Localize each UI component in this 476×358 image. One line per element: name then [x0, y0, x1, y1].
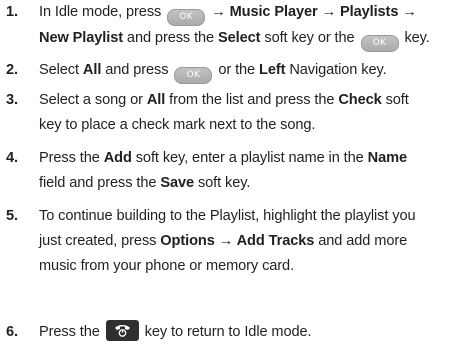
step-text: Press the Add soft key, enter a playlist…: [39, 146, 476, 196]
option-all: All: [82, 62, 102, 78]
text-run: from the list and press the: [165, 92, 339, 108]
step-line: Select a song or All from the list and p…: [39, 88, 476, 113]
text-run: soft key.: [194, 175, 251, 191]
ok-key-icon: OK: [360, 35, 399, 52]
text-run: soft: [381, 92, 409, 108]
text-run: and press the: [122, 30, 219, 46]
step-text: Select All and press OK or the Left Navi…: [39, 58, 476, 84]
step-number: 4.: [6, 150, 18, 166]
step-line: Press the Add soft key, enter a playlist…: [39, 146, 476, 171]
menu-new-playlist: New Playlist: [39, 30, 123, 46]
step-line: In Idle mode, press OK → Music Player → …: [39, 0, 476, 26]
check-softkey-label: Check: [338, 92, 382, 108]
select-softkey-label: Select: [218, 30, 261, 46]
step-line: music from your phone or memory card.: [39, 258, 295, 274]
text-run: key.: [400, 30, 430, 46]
step-number: 3.: [6, 92, 18, 108]
text-run: In Idle mode, press: [39, 4, 166, 20]
menu-music-player: Music Player: [229, 4, 318, 20]
text-run: and add more: [314, 233, 408, 249]
arrow-icon: →: [207, 4, 230, 20]
step-line: New Playlist and press the Select soft k…: [39, 26, 476, 52]
arrow-icon: →: [317, 4, 341, 20]
step-text: Press the key to return to Idle mode.: [39, 320, 476, 345]
name-field-label: Name: [367, 150, 407, 166]
text-run: Navigation key.: [285, 62, 387, 78]
step-number: 2.: [6, 62, 18, 78]
step-number: 1.: [6, 4, 18, 20]
text-run: soft key, enter a playlist name in the: [131, 150, 368, 166]
end-power-key-icon: [105, 320, 139, 341]
step-number: 6.: [6, 324, 18, 340]
ok-key-icon: OK: [167, 9, 206, 26]
step-line: To continue building to the Playlist, hi…: [39, 208, 416, 224]
text-run: Press the: [39, 150, 104, 166]
save-softkey-label: Save: [160, 175, 195, 191]
arrow-icon: →: [398, 4, 417, 20]
step-line: key to place a check mark next to the so…: [39, 117, 316, 133]
step-line: field and press the Save soft key.: [39, 171, 476, 196]
arrow-icon: →: [214, 233, 237, 249]
text-run: Select a song or: [39, 92, 147, 108]
step-line: just created, press Options → Add Tracks…: [39, 229, 476, 254]
text-run: soft key or the: [260, 30, 359, 46]
step-text: Select a song or All from the list and p…: [39, 88, 476, 138]
menu-playlists: Playlists: [340, 4, 399, 20]
text-run: or the: [214, 62, 260, 78]
ok-key-icon: OK: [174, 67, 213, 84]
step-text: In Idle mode, press OK → Music Player → …: [39, 0, 476, 52]
text-run: field and press the: [39, 175, 161, 191]
add-tracks-label: Add Tracks: [236, 233, 315, 249]
options-label: Options: [160, 233, 215, 249]
step-line: Press the key to return to Idle mode.: [39, 320, 476, 345]
step-line: Select All and press OK or the Left Navi…: [39, 58, 476, 84]
add-softkey-label: Add: [103, 150, 132, 166]
text-run: Select: [39, 62, 83, 78]
left-key-label: Left: [259, 62, 286, 78]
step-text: To continue building to the Playlist, hi…: [39, 204, 476, 279]
text-run: key to return to Idle mode.: [140, 324, 312, 340]
text-run: just created, press: [39, 233, 161, 249]
text-run: and press: [101, 62, 173, 78]
step-number: 5.: [6, 208, 18, 224]
option-all: All: [146, 92, 166, 108]
text-run: Press the: [39, 324, 104, 340]
